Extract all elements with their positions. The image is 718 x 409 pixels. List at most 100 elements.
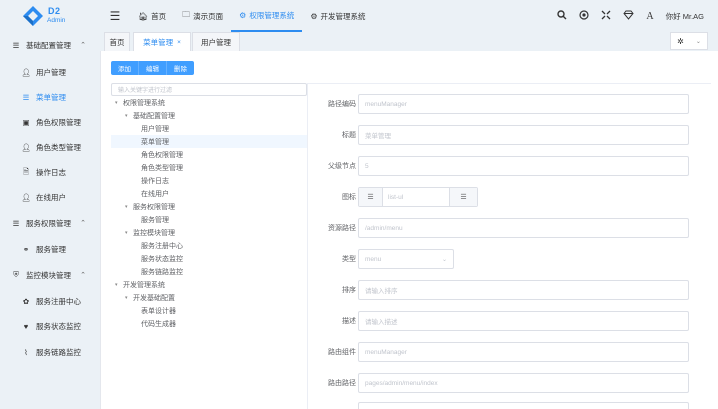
- sort-field[interactable]: 请输入排序: [358, 280, 689, 300]
- menu-toggle-icon[interactable]: ☰: [100, 9, 130, 23]
- caret-down-icon[interactable]: ▾: [125, 295, 133, 301]
- top-header: ☰ 🏠︎ 首页 🗀 演示页面 ⚙ 权限管理系统 ⚙ 开发管理系统 A 你好 Mr…: [100, 0, 718, 32]
- sidebar-item-service-manage[interactable]: ⚭ 服务管理: [0, 239, 100, 259]
- delete-button[interactable]: 删除: [167, 61, 194, 75]
- tree-node[interactable]: 服务管理: [141, 213, 169, 226]
- sidebar-item-service-trace[interactable]: ⌇ 服务链路监控: [0, 342, 100, 362]
- caret-down-icon[interactable]: ▾: [125, 113, 133, 119]
- next-field[interactable]: [358, 402, 689, 409]
- sidebar-group-service-permission[interactable]: ☰ 服务权限管理 ⌃: [0, 213, 100, 233]
- logo[interactable]: D2 Admin: [0, 0, 100, 32]
- form-label: 类型: [342, 256, 356, 263]
- sidebar-item-label: 服务注册中心: [36, 296, 81, 306]
- caret-down-icon[interactable]: ▾: [115, 100, 123, 106]
- form-row-resource: 资源路径 /admin/menu: [308, 218, 712, 240]
- tree-node[interactable]: ▾ 开发基础配置: [125, 291, 175, 304]
- sidebar-item-users[interactable]: 👤︎ 用户管理: [0, 62, 100, 82]
- gear-icon[interactable]: ✲: [677, 37, 684, 46]
- sidebar-item-operation-log[interactable]: 🗎 操作日志: [0, 162, 100, 182]
- theme-diamond-icon[interactable]: [623, 10, 635, 22]
- github-icon: ⚙: [239, 10, 247, 20]
- tab-menu-manage[interactable]: 菜单管理 ×: [133, 32, 191, 51]
- form-label: 排序: [342, 287, 356, 294]
- tree-node-label: 角色类型管理: [141, 164, 183, 172]
- icon-select-button[interactable]: ☰: [449, 188, 477, 206]
- sidebar-item-label: 用户管理: [36, 67, 66, 77]
- sidebar-item-label: 服务管理: [36, 244, 66, 254]
- tree-filter-input[interactable]: 输入关键字进行过滤: [111, 83, 307, 96]
- sidebar-group-monitor[interactable]: ⛨ 监控模块管理 ⌃: [0, 265, 100, 285]
- fullscreen-icon[interactable]: [601, 10, 611, 22]
- description-field[interactable]: 请输入描述: [358, 311, 689, 331]
- tree-node[interactable]: 表单设计器: [141, 304, 176, 317]
- tree-node[interactable]: 操作日志: [141, 174, 169, 187]
- tree-node[interactable]: 菜单管理: [141, 135, 169, 148]
- tree-node[interactable]: 在线用户: [141, 187, 169, 200]
- sidebar-item-label: 服务权限管理: [26, 218, 71, 228]
- tree-node-label: 服务状态监控: [141, 255, 183, 263]
- chevron-up-icon: ⌃: [80, 42, 86, 49]
- caret-down-icon[interactable]: ▾: [125, 230, 133, 236]
- close-icon[interactable]: ×: [177, 39, 181, 46]
- icon-picker[interactable]: ☰ list-ul ☰: [358, 187, 478, 207]
- search-icon[interactable]: [557, 10, 567, 22]
- add-button[interactable]: 添加: [111, 61, 139, 75]
- tree-node[interactable]: ▾ 基础配置管理: [125, 109, 175, 122]
- sidebar-item-label: 基础配置管理: [26, 40, 71, 50]
- sidebar-item-online-users[interactable]: 👤︎ 在线用户: [0, 187, 100, 207]
- font-size-icon[interactable]: A: [646, 11, 653, 22]
- user-greeting[interactable]: 你好 Mr.AG: [666, 11, 704, 22]
- sidebar-item-label: 服务链路监控: [36, 347, 81, 357]
- caret-down-icon[interactable]: ▾: [125, 204, 133, 210]
- chevron-down-icon[interactable]: ⌄: [696, 38, 701, 45]
- tree-node[interactable]: ▾ 服务权限管理: [125, 200, 175, 213]
- sidebar-group-basic-config[interactable]: ☰ 基础配置管理 ⌃: [0, 35, 100, 55]
- tree-node[interactable]: 角色权限管理: [141, 148, 183, 161]
- top-nav-demo[interactable]: 🗀 演示页面: [174, 0, 231, 32]
- tab-home[interactable]: 首页: [104, 32, 130, 51]
- tree-node-label: 在线用户: [141, 190, 169, 198]
- route-path-field[interactable]: pages/admin/menu/index: [358, 373, 689, 393]
- chevron-up-icon: ⌃: [80, 220, 86, 227]
- sidebar-item-role-permission[interactable]: ▣ 角色权限管理: [0, 112, 100, 132]
- tree-node[interactable]: ▾ 开发管理系统: [115, 278, 165, 291]
- sidebar-item-service-registry[interactable]: ✿ 服务注册中心: [0, 291, 100, 311]
- top-nav-home[interactable]: 🏠︎ 首页: [130, 0, 174, 32]
- tab-control[interactable]: ✲ ⌄: [670, 32, 708, 50]
- sidebar-item-role-type[interactable]: 👤︎ 角色类型管理: [0, 137, 100, 157]
- tree-node[interactable]: ▾ 权限管理系统: [115, 96, 165, 109]
- top-nav-label: 首页: [151, 11, 167, 21]
- resource-path-field[interactable]: /admin/menu: [358, 218, 689, 238]
- tree-node[interactable]: 服务状态监控: [141, 252, 183, 265]
- tab-label: 首页: [109, 37, 125, 47]
- sidebar-item-menu[interactable]: ☰ 菜单管理: [0, 87, 100, 107]
- heartbeat-icon: ♥: [23, 321, 29, 331]
- code-field[interactable]: menuManager: [358, 94, 689, 114]
- tree-node[interactable]: 用户管理: [141, 122, 169, 135]
- list-icon: ☰: [12, 218, 20, 228]
- tree-node[interactable]: 角色类型管理: [141, 161, 183, 174]
- tree-node[interactable]: 服务链路监控: [141, 265, 183, 278]
- tree-node[interactable]: 代码生成器: [141, 317, 176, 330]
- chevron-down-icon: ⌄: [441, 256, 447, 263]
- route-component-field[interactable]: menuManager: [358, 342, 689, 362]
- record-icon[interactable]: [579, 10, 590, 22]
- icon-field[interactable]: list-ul: [383, 194, 449, 201]
- caret-down-icon[interactable]: ▾: [115, 282, 123, 288]
- tree-node[interactable]: ▾ 监控模块管理: [125, 226, 175, 239]
- shield-icon: ⛨: [13, 270, 19, 279]
- tree-node[interactable]: 服务注册中心: [141, 239, 183, 252]
- sidebar-item-label: 监控模块管理: [26, 270, 71, 280]
- sidebar-item-service-status[interactable]: ♥ 服务状态监控: [0, 316, 100, 336]
- parent-node-field[interactable]: 5: [358, 156, 689, 176]
- list-ul-icon: ☰: [22, 92, 30, 102]
- type-select-value: menu: [365, 255, 382, 263]
- type-select[interactable]: menu ⌄: [358, 249, 454, 269]
- tree-node-label: 服务管理: [141, 216, 169, 224]
- folder-icon: 🗀: [182, 10, 191, 19]
- top-nav-dev-system[interactable]: ⚙ 开发管理系统: [302, 0, 373, 32]
- title-field[interactable]: 菜单管理: [358, 125, 689, 145]
- tab-user-manage[interactable]: 用户管理: [192, 32, 240, 51]
- top-nav-permission-system[interactable]: ⚙ 权限管理系统: [231, 0, 303, 32]
- edit-button[interactable]: 编辑: [139, 61, 167, 75]
